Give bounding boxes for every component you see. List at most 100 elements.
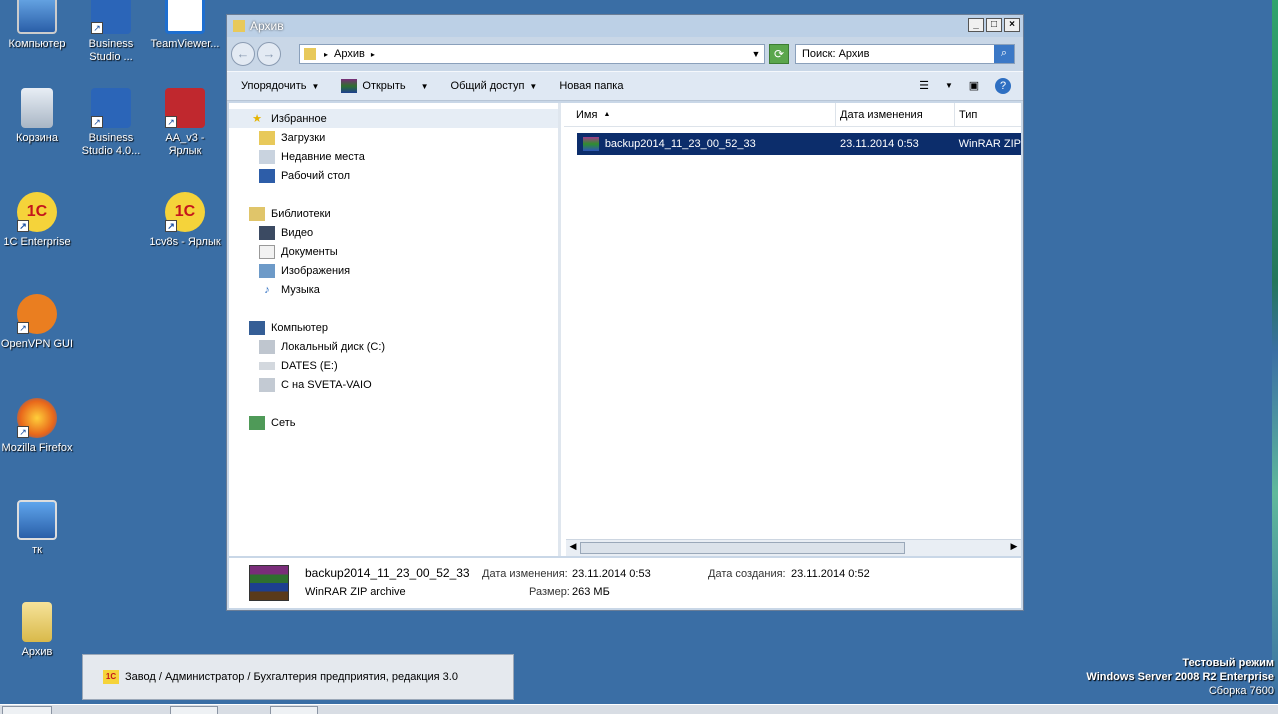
column-type[interactable]: Тип	[955, 103, 1021, 126]
column-header: Имя ▲ Дата изменения Тип	[564, 103, 1021, 127]
network-icon	[249, 415, 265, 430]
remote-desktop-icon	[17, 500, 57, 540]
refresh-button[interactable]: ⟳	[769, 44, 789, 64]
folder-icon	[304, 48, 316, 60]
desktop-icon-1c-enterprise[interactable]: 1С ↗ 1C Enterprise	[0, 192, 74, 249]
desktop-icon-archive[interactable]: Архив	[0, 602, 74, 659]
explorer-body: ★ Избранное Загрузки Недавние места Рабо…	[229, 103, 1021, 556]
nav-item-network-drive[interactable]: C на SVETA-VAIO	[229, 375, 558, 394]
background-window-1c[interactable]: 1С Завод / Администратор / Бухгалтерия п…	[82, 654, 514, 700]
window-title: Архив	[250, 19, 284, 33]
desktop-icon-teamviewer[interactable]: TeamViewer...	[148, 0, 222, 51]
search-input[interactable]: Поиск: Архив	[802, 48, 869, 60]
start-button[interactable]	[2, 706, 52, 714]
new-folder-button[interactable]: Новая папка	[559, 80, 623, 92]
desktop-icon-recycle-bin[interactable]: Корзина	[0, 88, 74, 145]
file-row[interactable]: backup2014_11_23_00_52_33 23.11.2014 0:5…	[577, 133, 1021, 155]
forward-button[interactable]: →	[257, 42, 281, 66]
horizontal-scrollbar[interactable]: ◀ ▶	[566, 539, 1021, 556]
scroll-left-icon[interactable]: ◀	[567, 541, 579, 552]
nav-item-music[interactable]: ♪ Музыка	[229, 280, 558, 299]
nav-item-favorites[interactable]: ★ Избранное	[229, 109, 558, 128]
1c-icon: 1С ↗	[17, 192, 57, 232]
view-options-icon[interactable]: ☰	[915, 78, 933, 94]
column-name[interactable]: Имя ▲	[564, 103, 836, 126]
recycle-bin-icon	[21, 88, 53, 128]
recent-places-icon	[259, 149, 275, 164]
chevron-down-icon[interactable]: ▼	[748, 49, 764, 59]
back-button[interactable]: ←	[231, 42, 255, 66]
chevron-down-icon[interactable]: ▼	[945, 78, 953, 94]
nav-item-dates-drive[interactable]: DATES (E:)	[229, 356, 558, 375]
hard-drive-icon	[259, 339, 275, 354]
images-icon	[259, 263, 275, 278]
share-button[interactable]: Общий доступ ▼	[451, 80, 538, 92]
minimize-button[interactable]: _	[968, 18, 984, 32]
nav-item-recent[interactable]: Недавние места	[229, 147, 558, 166]
address-box[interactable]: ▸ Архив ▸ ▼	[299, 44, 765, 64]
desktop-icon-1cv8s[interactable]: 1С ↗ 1cv8s - Ярлык	[148, 192, 222, 249]
help-icon[interactable]: ?	[995, 78, 1011, 94]
chevron-right-icon[interactable]: ▸	[371, 50, 375, 59]
column-date-modified[interactable]: Дата изменения	[836, 103, 955, 126]
chevron-down-icon: ▼	[529, 81, 538, 91]
1c-icon: 1С	[103, 670, 119, 684]
scroll-thumb[interactable]	[580, 542, 905, 554]
details-size-value: 263 МБ	[572, 586, 610, 598]
taskbar-item[interactable]	[270, 706, 318, 714]
chevron-right-icon[interactable]: ▸	[324, 50, 328, 59]
scroll-right-icon[interactable]: ▶	[1008, 541, 1020, 552]
documents-icon	[259, 244, 275, 259]
file-name: backup2014_11_23_00_52_33	[604, 138, 756, 150]
winrar-icon	[341, 79, 358, 93]
business-studio-icon: ↗	[91, 0, 131, 34]
details-created-label: Дата создания:	[708, 568, 786, 580]
desktop-icon-aa-v3[interactable]: ↗ AA_v3 - Ярлык	[148, 88, 222, 158]
nav-item-network[interactable]: Сеть	[229, 413, 558, 432]
title-bar[interactable]: Архив _ □ ×	[227, 15, 1023, 37]
star-icon: ★	[252, 112, 262, 125]
organize-button[interactable]: Упорядочить ▼	[241, 80, 319, 92]
search-box[interactable]: Поиск: Архив ⌕	[795, 44, 1015, 64]
network-drive-icon	[259, 377, 275, 392]
open-button[interactable]: Открыть ▼	[341, 79, 429, 93]
desktop-icon-business-studio[interactable]: ↗ Business Studio ...	[74, 0, 148, 64]
desktop-icon-openvpn[interactable]: ↗ OpenVPN GUI	[0, 294, 74, 351]
navigation-pane: ★ Избранное Загрузки Недавние места Рабо…	[229, 103, 561, 556]
os-watermark: Тестовый режим Windows Server 2008 R2 En…	[1086, 657, 1274, 697]
nav-item-documents[interactable]: Документы	[229, 242, 558, 261]
taskbar-item[interactable]	[170, 706, 218, 714]
background-window-edge	[1272, 0, 1278, 705]
winrar-icon	[249, 565, 289, 601]
nav-item-libraries[interactable]: Библиотеки	[229, 204, 558, 223]
search-icon[interactable]: ⌕	[994, 45, 1014, 63]
nav-item-images[interactable]: Изображения	[229, 261, 558, 280]
nav-item-local-disk[interactable]: Локальный диск (C:)	[229, 337, 558, 356]
nav-item-computer[interactable]: Компьютер	[229, 318, 558, 337]
computer-icon	[249, 320, 265, 335]
nav-item-desktop[interactable]: Рабочий стол	[229, 166, 558, 185]
ammyy-admin-icon: ↗	[165, 88, 205, 128]
desktop-icon	[259, 168, 275, 183]
nav-item-video[interactable]: Видео	[229, 223, 558, 242]
file-type: WinRAR ZIP	[958, 138, 1021, 150]
folder-icon	[233, 20, 245, 32]
desktop-icon-computer[interactable]: Компьютер	[0, 0, 74, 51]
explorer-window: Архив _ □ × ← → ▸ Архив ▸ ▼ ⟳ Поиск: Арх…	[226, 14, 1024, 611]
winrar-icon	[583, 137, 599, 151]
desktop-icon-firefox[interactable]: ↗ Mozilla Firefox	[0, 398, 74, 455]
close-button[interactable]: ×	[1004, 18, 1020, 32]
maximize-button[interactable]: □	[986, 18, 1002, 32]
address-path[interactable]: Архив	[334, 48, 365, 60]
details-file-type: WinRAR ZIP archive	[305, 586, 406, 598]
details-size-label: Размер:	[529, 586, 570, 598]
details-pane: backup2014_11_23_00_52_33 WinRAR ZIP arc…	[229, 558, 1021, 608]
command-bar: Упорядочить ▼ Открыть ▼ Общий доступ ▼ Н…	[227, 71, 1023, 101]
desktop-icon-tk[interactable]: тк	[0, 500, 74, 557]
desktop-icon-business-studio-4[interactable]: ↗ Business Studio 4.0...	[74, 88, 148, 158]
1c-icon: 1С ↗	[165, 192, 205, 232]
downloads-folder-icon	[259, 130, 275, 145]
preview-pane-icon[interactable]: ▣	[965, 78, 983, 94]
address-bar-row: ← → ▸ Архив ▸ ▼ ⟳ Поиск: Архив ⌕	[227, 37, 1023, 71]
nav-item-downloads[interactable]: Загрузки	[229, 128, 558, 147]
